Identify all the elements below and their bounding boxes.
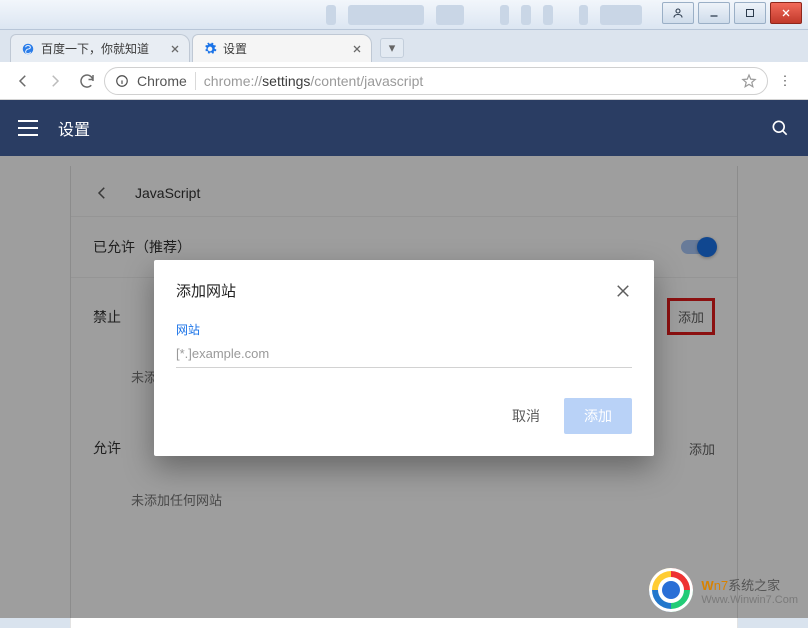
browser-menu-button[interactable]: ⋮ — [770, 73, 800, 89]
settings-search-icon[interactable] — [770, 118, 790, 138]
dialog-confirm-button[interactable]: 添加 — [564, 398, 632, 434]
close-tab-icon[interactable] — [351, 43, 363, 55]
browser-toolbar: Chrome chrome://settings/content/javascr… — [0, 62, 808, 100]
omnibox-scheme-label: Chrome — [137, 73, 187, 89]
bookmark-star-icon[interactable] — [741, 73, 757, 89]
gear-icon — [203, 42, 217, 56]
settings-appbar: 设置 — [0, 100, 808, 156]
close-tab-icon[interactable] — [169, 43, 181, 55]
add-site-dialog: 添加网站 网站 取消 添加 — [154, 260, 654, 456]
dialog-title: 添加网站 — [176, 280, 236, 301]
omnibox-url: chrome://settings/content/javascript — [204, 73, 423, 89]
nav-back-button[interactable] — [8, 66, 38, 96]
tab-title: 设置 — [223, 40, 247, 57]
other-windows-blur — [0, 0, 648, 30]
windows-minimize-button[interactable] — [698, 2, 730, 24]
site-url-input[interactable] — [176, 340, 632, 368]
nav-reload-button[interactable] — [72, 66, 102, 96]
new-tab-button[interactable]: ▾ — [380, 38, 404, 58]
windows-close-button[interactable] — [770, 2, 802, 24]
hamburger-menu-icon[interactable] — [18, 120, 38, 136]
tab-title: 百度一下，你就知道 — [41, 40, 149, 57]
windows-maximize-button[interactable] — [734, 2, 766, 24]
baidu-favicon-icon — [21, 42, 35, 56]
browser-tab-settings[interactable]: 设置 — [192, 34, 372, 62]
windows-user-button[interactable] — [662, 2, 694, 24]
dialog-field-label: 网站 — [176, 321, 632, 338]
omnibox-divider — [195, 72, 196, 90]
dialog-close-icon[interactable] — [614, 282, 632, 300]
nav-forward-button[interactable] — [40, 66, 70, 96]
content-area: 设置 JavaScript 已允许（推荐） 禁止 添加 未添加任何网站 — [0, 100, 808, 618]
windows-titlebar — [0, 0, 808, 30]
omnibox[interactable]: Chrome chrome://settings/content/javascr… — [104, 67, 768, 95]
browser-tabstrip: 百度一下，你就知道 设置 ▾ — [0, 30, 808, 62]
browser-tab-baidu[interactable]: 百度一下，你就知道 — [10, 34, 190, 62]
settings-title: 设置 — [58, 116, 90, 140]
dialog-cancel-button[interactable]: 取消 — [502, 398, 550, 434]
info-icon — [115, 74, 129, 88]
